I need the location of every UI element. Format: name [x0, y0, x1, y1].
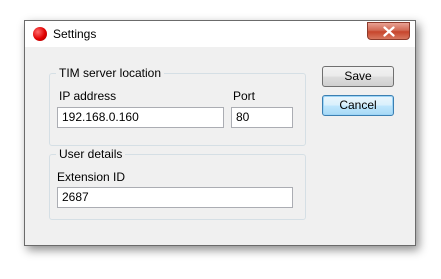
- window-title: Settings: [53, 27, 97, 41]
- ip-address-label: IP address: [59, 89, 117, 103]
- close-button[interactable]: [367, 22, 410, 40]
- save-button[interactable]: Save: [322, 66, 394, 87]
- close-icon: [382, 25, 395, 37]
- port-field[interactable]: 80: [231, 107, 293, 128]
- settings-dialog: Settings TIM server location IP address …: [24, 20, 416, 246]
- ip-address-field[interactable]: 192.168.0.160: [57, 107, 224, 128]
- app-red-circle-icon: [33, 27, 47, 41]
- user-details-legend: User details: [56, 147, 126, 161]
- extension-id-label: Extension ID: [57, 170, 126, 184]
- cancel-button[interactable]: Cancel: [322, 95, 394, 116]
- extension-id-field[interactable]: 2687: [57, 187, 293, 208]
- title-bar[interactable]: Settings: [25, 21, 415, 47]
- port-label: Port: [233, 89, 256, 103]
- tim-server-legend: TIM server location: [56, 66, 165, 80]
